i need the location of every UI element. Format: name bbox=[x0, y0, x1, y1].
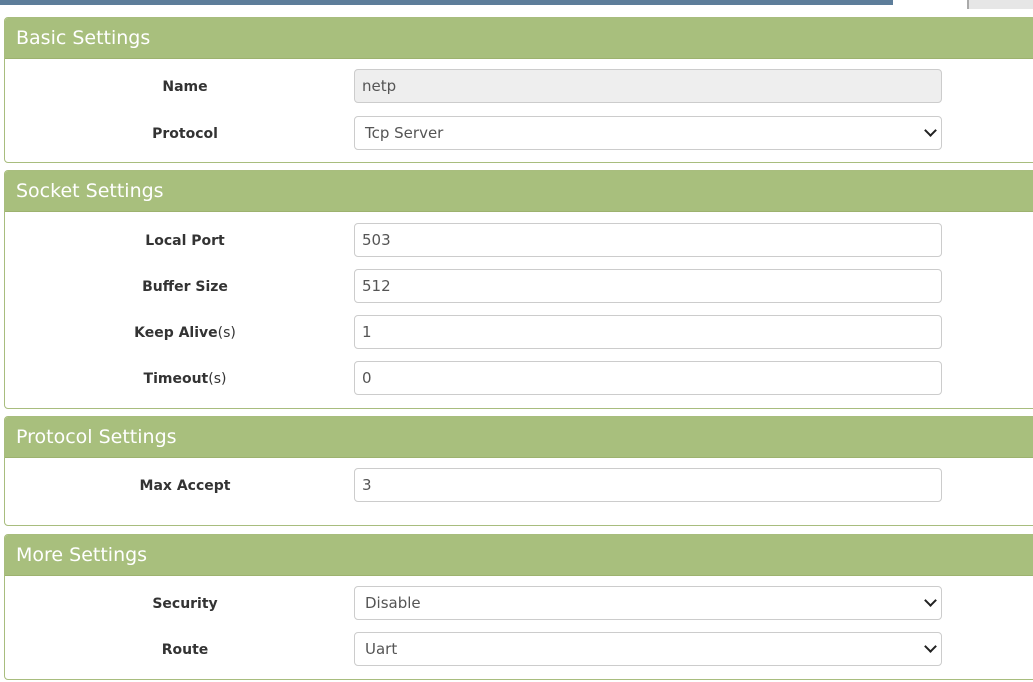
protocol-label: Protocol bbox=[152, 126, 218, 142]
protocol-settings-title: Protocol Settings bbox=[5, 417, 1033, 458]
route-label: Route bbox=[161, 642, 209, 658]
name-field[interactable]: netp bbox=[354, 69, 942, 103]
basic-settings-title: Basic Settings bbox=[5, 18, 1033, 59]
timeout-label: Timeout(s) bbox=[85, 361, 285, 397]
security-row: Security Disable bbox=[5, 586, 1033, 622]
chevron-down-icon bbox=[924, 124, 937, 137]
more-settings-title: More Settings bbox=[5, 535, 1033, 576]
buffer-size-input[interactable]: 512 bbox=[354, 269, 942, 303]
keep-alive-unit: (s) bbox=[217, 325, 236, 341]
timeout-input[interactable]: 0 bbox=[354, 361, 942, 395]
socket-settings-panel: Socket Settings Local Port 503 Buffer Si… bbox=[4, 170, 1033, 409]
keep-alive-row: Keep Alive(s) 1 bbox=[5, 315, 1033, 351]
max-accept-input[interactable]: 3 bbox=[354, 468, 942, 502]
timeout-row: Timeout(s) 0 bbox=[5, 361, 1033, 397]
max-accept-label: Max Accept bbox=[139, 478, 231, 494]
route-select[interactable]: Uart bbox=[354, 632, 942, 666]
keep-alive-label: Keep Alive(s) bbox=[85, 315, 285, 351]
route-select-value: Uart bbox=[365, 640, 398, 658]
route-row: Route Uart bbox=[5, 632, 1033, 668]
security-select[interactable]: Disable bbox=[354, 586, 942, 620]
chevron-down-icon bbox=[924, 640, 937, 653]
top-bar bbox=[0, 0, 893, 5]
protocol-row: Protocol Tcp Server bbox=[5, 116, 1033, 152]
keep-alive-label-text: Keep Alive bbox=[134, 325, 218, 341]
chevron-down-icon bbox=[924, 594, 937, 607]
basic-settings-panel: Basic Settings Name netp Protocol Tcp Se… bbox=[4, 17, 1033, 163]
more-settings-panel: More Settings Security Disable Route Uar… bbox=[4, 534, 1033, 680]
timeout-unit: (s) bbox=[208, 371, 227, 387]
tab-fill bbox=[969, 0, 1033, 9]
protocol-settings-panel: Protocol Settings Max Accept 3 bbox=[4, 416, 1033, 526]
protocol-select[interactable]: Tcp Server bbox=[354, 116, 942, 150]
buffer-size-row: Buffer Size 512 bbox=[5, 269, 1033, 305]
timeout-label-text: Timeout bbox=[143, 371, 209, 387]
name-row: Name netp bbox=[5, 69, 1033, 105]
security-select-value: Disable bbox=[365, 594, 421, 612]
top-right-tab-area bbox=[893, 0, 1033, 9]
max-accept-row: Max Accept 3 bbox=[5, 468, 1033, 504]
keep-alive-input[interactable]: 1 bbox=[354, 315, 942, 349]
buffer-size-label: Buffer Size bbox=[142, 279, 228, 295]
security-label: Security bbox=[152, 596, 218, 612]
local-port-input[interactable]: 503 bbox=[354, 223, 942, 257]
local-port-label: Local Port bbox=[145, 233, 225, 249]
local-port-row: Local Port 503 bbox=[5, 223, 1033, 259]
protocol-select-value: Tcp Server bbox=[365, 124, 444, 142]
name-label: Name bbox=[162, 79, 208, 95]
socket-settings-title: Socket Settings bbox=[5, 171, 1033, 212]
